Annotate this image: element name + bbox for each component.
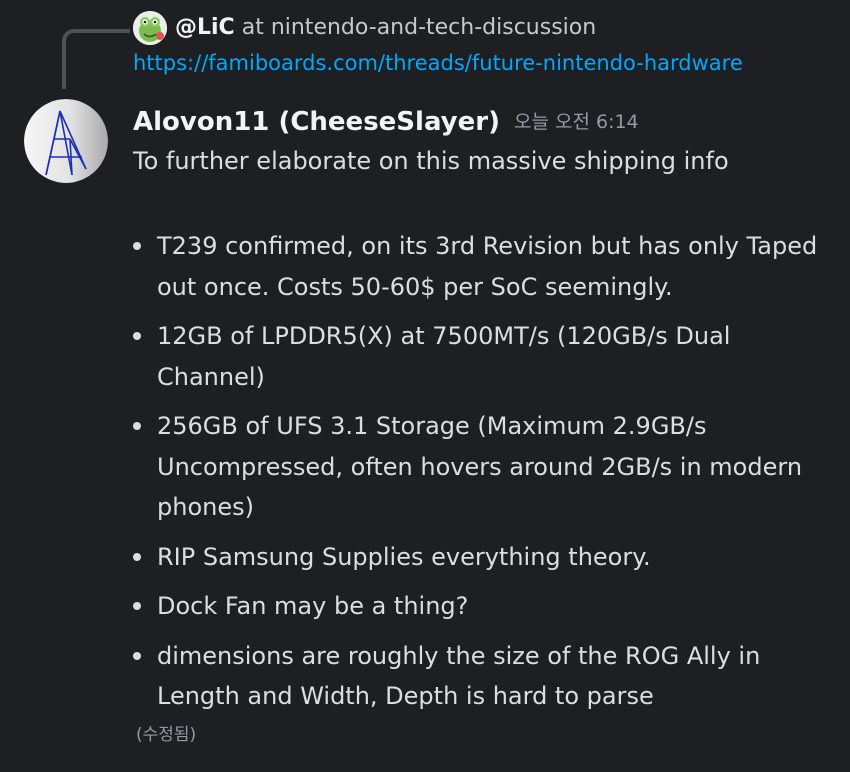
author-name[interactable]: Alovon11 (CheeseSlayer): [133, 107, 500, 137]
bullet-item: dimensions are roughly the size of the R…: [133, 636, 833, 717]
bullet-text: 12GB of LPDDR5(X) at 7500MT/s (120GB/s D…: [157, 322, 731, 391]
bullet-text: dimensions are roughly the size of the R…: [157, 641, 761, 711]
geometric-logo-avatar-icon: [24, 99, 108, 183]
reply-link[interactable]: https://famiboards.com/threads/future-ni…: [133, 48, 743, 78]
bullet-text: 256GB of UFS 3.1 Storage (Maximum 2.9GB/…: [157, 412, 803, 521]
bullet-dot: [133, 651, 141, 660]
bullet-item: Dock Fan may be a thing?: [133, 586, 833, 627]
reply-channel: at nintendo-and-tech-discussion: [234, 15, 597, 40]
bullet-dot: [133, 332, 141, 340]
reply-author[interactable]: @LiC: [175, 15, 235, 40]
bullet-dot: [133, 242, 141, 250]
chat-message: @LiC at nintendo-and-tech-discussion htt…: [0, 0, 850, 772]
bullet-text: T239 confirmed, on its 3rd Revision but …: [157, 232, 818, 301]
message-lead-text: To further elaborate on this massive shi…: [133, 147, 729, 175]
reply-connector-line: [62, 29, 130, 89]
bullet-text: Dock Fan may be a thing?: [157, 592, 469, 620]
bullet-list: T239 confirmed, on its 3rd Revision but …: [133, 226, 833, 726]
bullet-item: 256GB of UFS 3.1 Storage (Maximum 2.9GB/…: [133, 406, 833, 528]
bullet-text: RIP Samsung Supplies everything theory.: [157, 542, 651, 571]
bullet-dot: [133, 552, 141, 561]
edited-indicator: (수정됨): [136, 725, 197, 745]
author-avatar[interactable]: [24, 99, 108, 183]
bullet-item: T239 confirmed, on its 3rd Revision but …: [133, 226, 833, 307]
message-header: Alovon11 (CheeseSlayer) 오늘 오전 6:14: [133, 104, 639, 140]
bullet-item: RIP Samsung Supplies everything theory.: [133, 537, 833, 578]
message-timestamp[interactable]: 오늘 오전 6:14: [514, 111, 639, 133]
frog-avatar-icon: [133, 11, 167, 45]
bullet-dot: [133, 422, 141, 430]
bullet-item: 12GB of LPDDR5(X) at 7500MT/s (120GB/s D…: [133, 316, 833, 397]
bullet-dot: [133, 602, 141, 610]
reply-reference[interactable]: @LiC at nintendo-and-tech-discussion: [175, 13, 596, 43]
reply-avatar[interactable]: [133, 11, 167, 45]
